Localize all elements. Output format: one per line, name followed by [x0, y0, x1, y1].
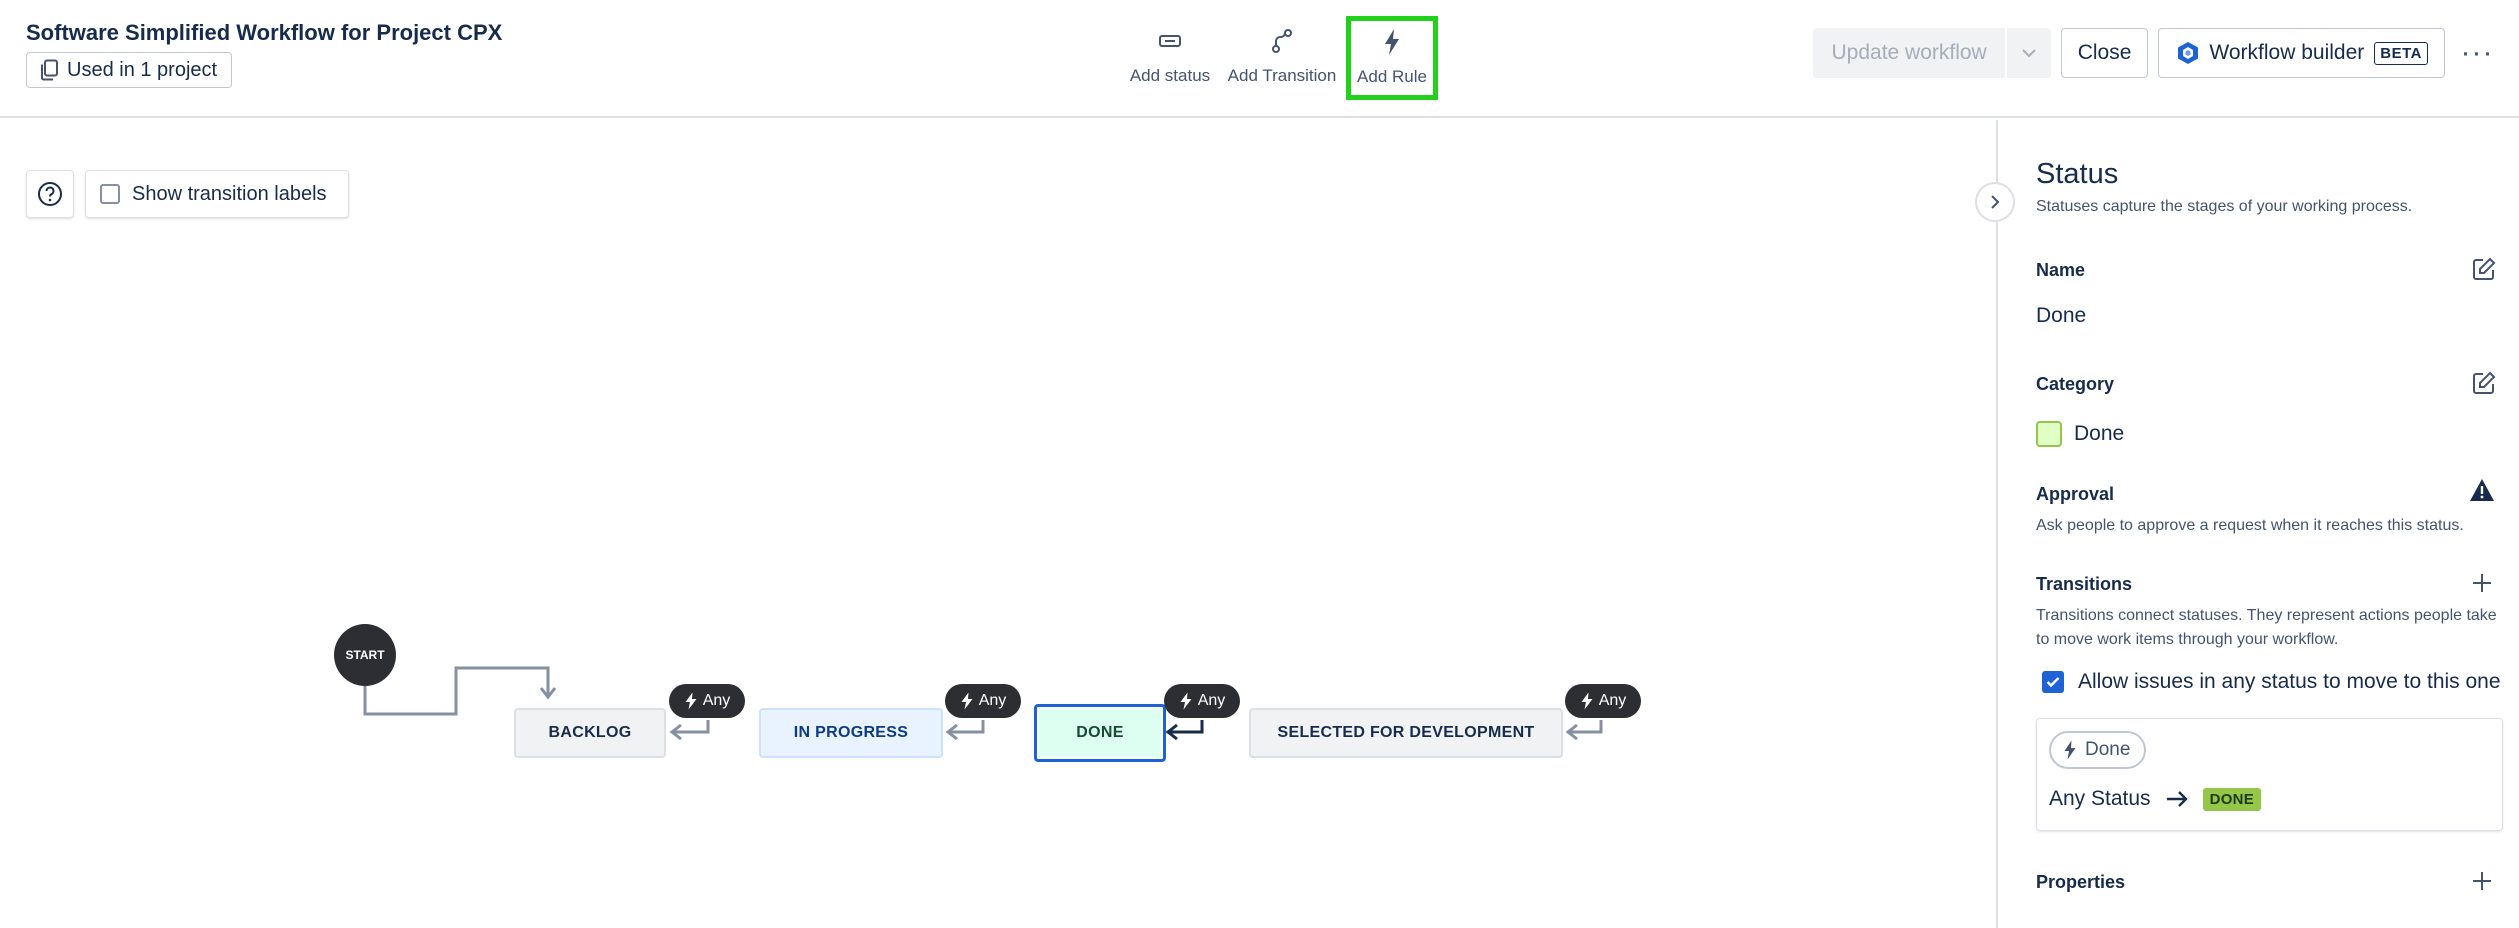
update-workflow-dropdown[interactable] [2004, 28, 2051, 78]
edit-icon[interactable] [2471, 256, 2497, 282]
lightning-bolt-icon [1581, 692, 1593, 710]
add-rule-button[interactable]: Add Rule [1346, 16, 1438, 100]
edit-icon[interactable] [2471, 370, 2497, 396]
add-transition-button[interactable]: Add Transition [1222, 16, 1342, 100]
lightning-bolt-icon [961, 692, 973, 710]
used-in-projects-button[interactable]: Used in 1 project [26, 52, 233, 88]
collapse-panel-button[interactable] [1975, 182, 2015, 222]
header-actions: Update workflow Close Workflow builder B… [1813, 28, 2499, 78]
any-label: Any [702, 692, 731, 709]
add-status-label: Add status [1129, 66, 1211, 85]
panel-subtitle: Statuses capture the stages of your work… [2036, 198, 2413, 215]
transitions-label: Transitions [2036, 574, 2133, 594]
warning-icon[interactable] [2469, 478, 2495, 502]
add-transition-plus-icon[interactable] [2471, 572, 2493, 594]
transition-rule-chip[interactable]: Done [2049, 731, 2147, 769]
status-selected-for-development[interactable]: SELECTED FOR DEVELOPMENT [1249, 708, 1563, 758]
copy-document-icon [41, 59, 58, 81]
start-node[interactable]: START [334, 624, 396, 686]
checkmark-icon [2046, 677, 2060, 688]
any-transition-done[interactable]: Any [1164, 684, 1240, 718]
add-property-plus-icon[interactable] [2471, 870, 2493, 892]
allow-any-status-label: Allow issues in any status to move to th… [2078, 670, 2501, 693]
category-label: Category [2036, 374, 2115, 394]
update-workflow-group: Update workflow [1813, 28, 2051, 78]
category-value: Done [2074, 422, 2125, 445]
workflow-title: Software Simplified Workflow for Project… [26, 20, 503, 45]
lightning-bolt-icon [1180, 692, 1192, 710]
any-transition-in-progress[interactable]: Any [945, 684, 1021, 718]
status-rectangle-icon [1159, 35, 1181, 47]
any-transition-selected[interactable]: Any [1565, 684, 1641, 718]
properties-label: Properties [2036, 872, 2126, 892]
workflow-canvas[interactable]: Show transition labels START BACKLOG IN … [0, 120, 1996, 928]
lightning-bolt-icon [2064, 740, 2076, 760]
status-backlog[interactable]: BACKLOG [514, 708, 666, 758]
name-value: Done [2036, 304, 2087, 327]
approval-description: Ask people to approve a request when it … [2036, 517, 2464, 534]
status-done[interactable]: DONE [1034, 704, 1166, 762]
transition-card[interactable]: Done Any Status DONE [2036, 718, 2503, 831]
any-label: Any [978, 692, 1007, 709]
more-options-icon[interactable]: ··· [2455, 28, 2499, 78]
rule-chip-label: Done [2085, 739, 2131, 760]
close-button[interactable]: Close [2060, 28, 2149, 78]
panel-title: Status [2036, 158, 2119, 190]
category-color-swatch [2036, 421, 2062, 447]
workflow-builder-button[interactable]: Workflow builder BETA [2158, 28, 2445, 78]
lightning-bolt-icon [685, 692, 697, 710]
workflow-connectors [363, 666, 1603, 741]
name-label: Name [2036, 260, 2086, 280]
used-in-projects-label: Used in 1 project [67, 58, 218, 81]
update-workflow-button[interactable]: Update workflow [1813, 28, 2004, 78]
transition-path-icon [1272, 29, 1292, 53]
add-transition-label: Add Transition [1227, 66, 1337, 85]
approval-label: Approval [2036, 484, 2115, 504]
status-details-panel: Status Statuses capture the stages of yo… [1996, 120, 2519, 928]
transition-path-row: Any Status DONE [2049, 787, 2262, 811]
status-in-progress[interactable]: IN PROGRESS [759, 708, 943, 758]
allow-any-status-row[interactable]: Allow issues in any status to move to th… [2042, 670, 2501, 694]
beta-badge: BETA [2374, 41, 2428, 65]
allow-any-status-checkbox[interactable] [2042, 671, 2064, 693]
workflow-builder-label: Workflow builder [2209, 41, 2365, 64]
workflow-header: Software Simplified Workflow for Project… [0, 0, 2519, 118]
any-label: Any [1197, 692, 1226, 709]
chevron-down-icon [2022, 48, 2036, 57]
any-label: Any [1598, 692, 1627, 709]
add-status-button[interactable]: Add status [1118, 16, 1222, 100]
transitions-description: Transitions connect statuses. They repre… [2036, 607, 2497, 648]
target-status-lozenge: DONE [2202, 787, 2262, 811]
any-transition-backlog[interactable]: Any [669, 684, 745, 718]
arrow-right-icon [2166, 791, 2188, 807]
add-rule-label: Add Rule [1357, 67, 1427, 86]
workflow-builder-logo-icon [2178, 42, 2199, 64]
workflow-toolbar: Add status Add Transition Add Rule [1118, 16, 1438, 100]
from-any-status: Any Status [2049, 787, 2151, 810]
chevron-right-icon [1991, 195, 2000, 209]
lightning-bolt-icon [1385, 29, 1399, 55]
